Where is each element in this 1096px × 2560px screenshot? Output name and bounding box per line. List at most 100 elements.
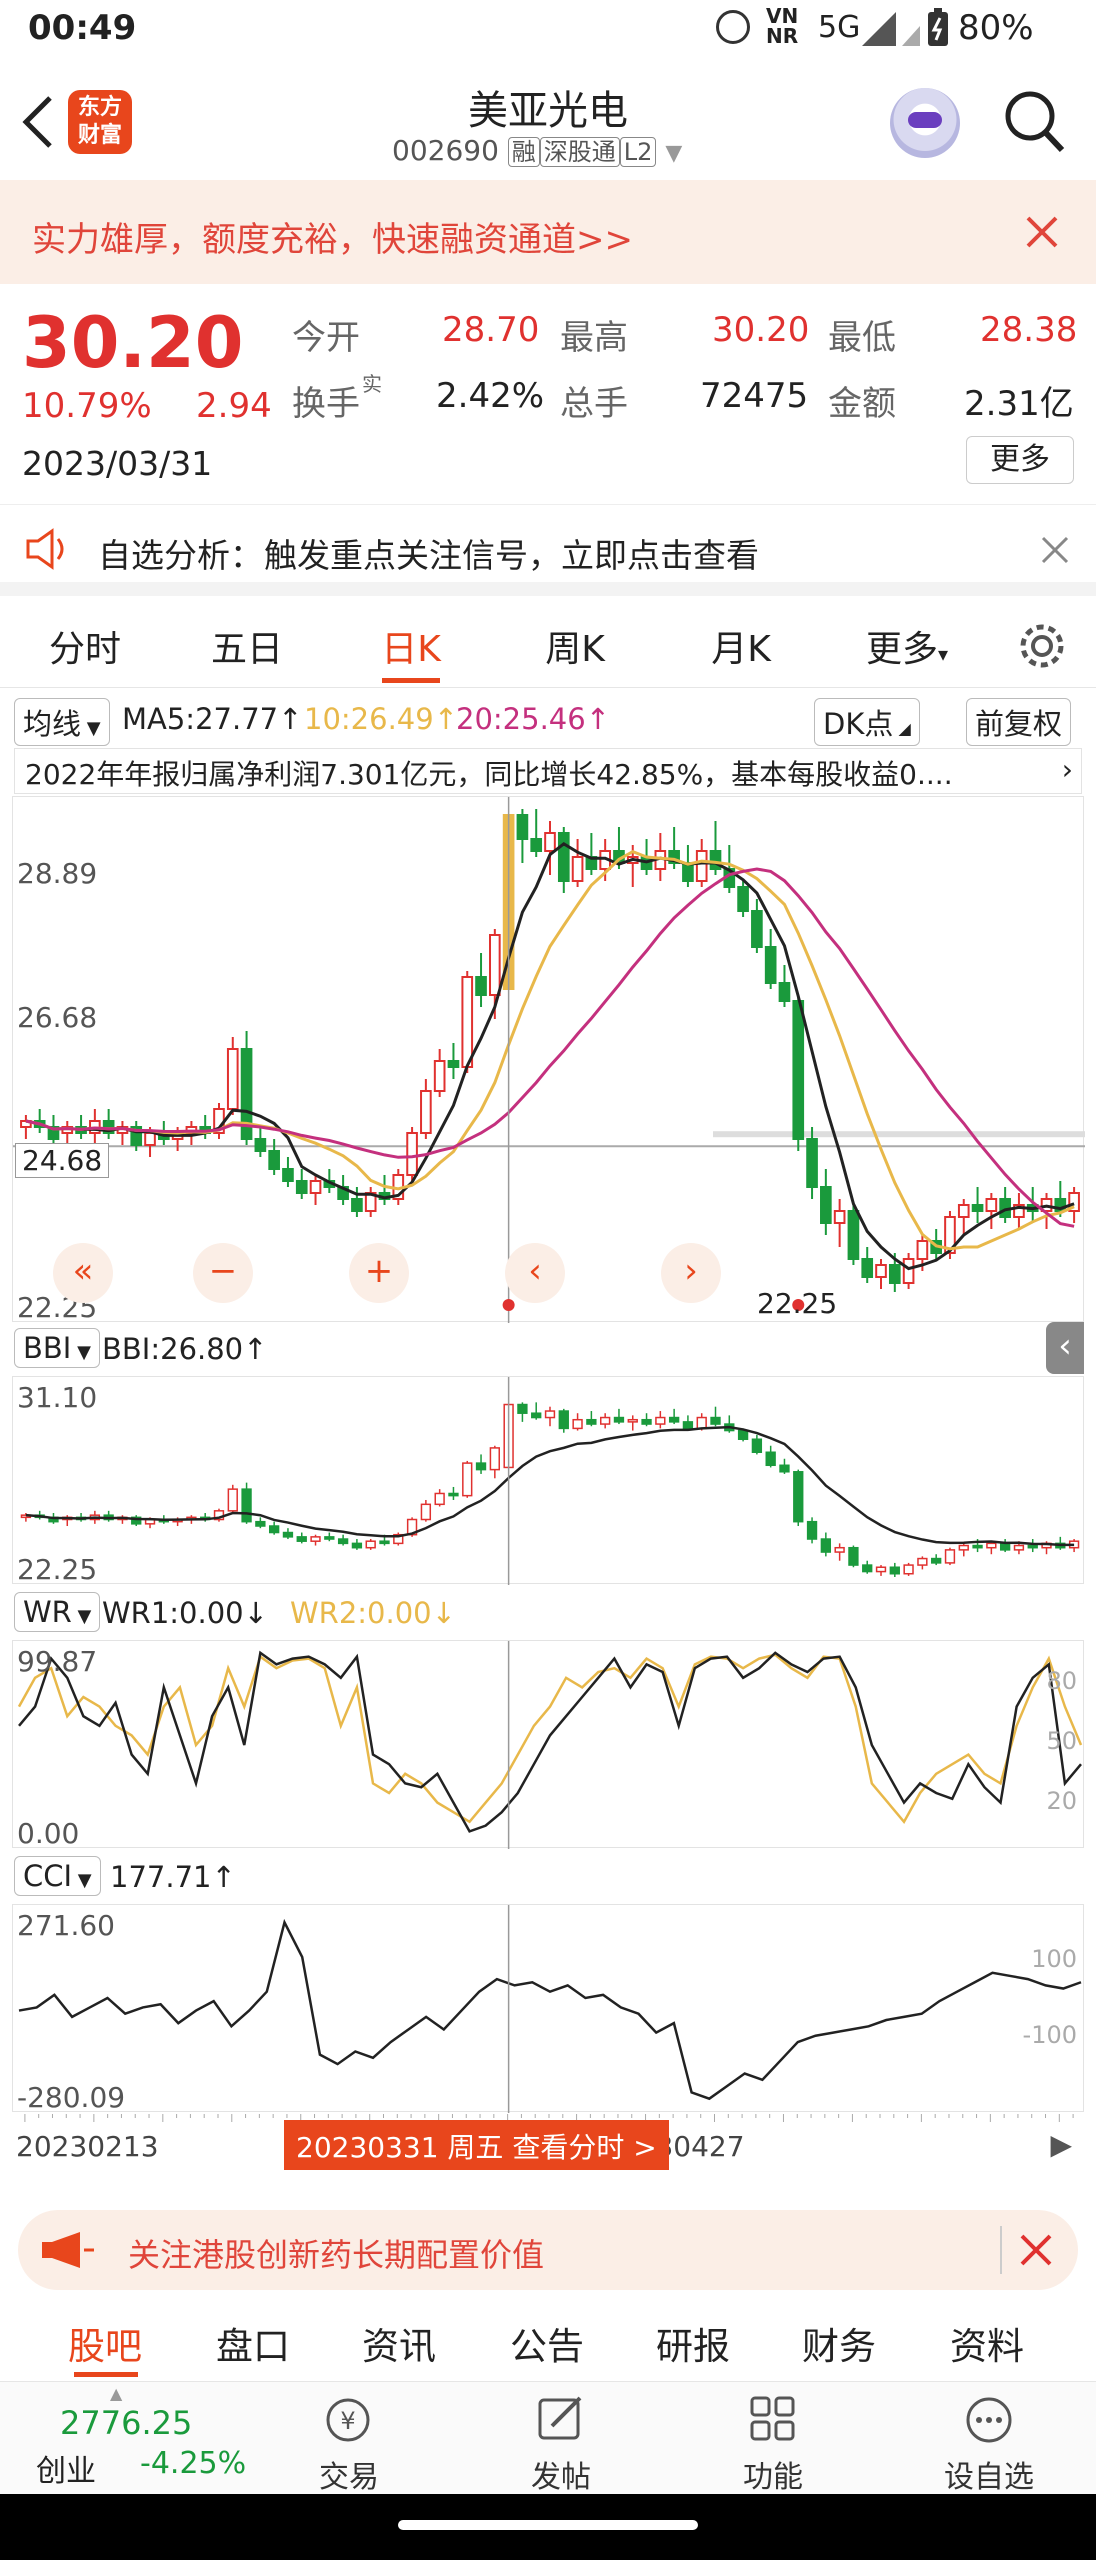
- tab-finance[interactable]: 财务: [802, 2316, 876, 2370]
- tab-more[interactable]: 更多▾: [852, 620, 962, 680]
- banner-text[interactable]: 关注港股创新药长期配置价值: [128, 2230, 544, 2276]
- tab-news[interactable]: 资讯: [362, 2316, 436, 2370]
- bbi-chart[interactable]: 31.10 22.25: [12, 1376, 1084, 1586]
- rewind-button[interactable]: «: [53, 1243, 113, 1303]
- tag-l2: L2: [619, 137, 657, 167]
- high-label: 最高: [560, 318, 628, 358]
- promo-banner[interactable]: 关注港股创新药长期配置价值: [18, 2210, 1078, 2290]
- turnover-label: 换手: [292, 384, 360, 424]
- add-watchlist-button[interactable]: 设自选: [914, 2382, 1064, 2495]
- chevron-right-icon: ›: [1055, 753, 1073, 786]
- stock-code-line[interactable]: 002690 融深股通 L2 ▼: [392, 132, 682, 167]
- kline-chart[interactable]: 28.89 26.68 24.68 22.25 22.25 « − + ‹ ›: [12, 796, 1085, 1324]
- trade-button[interactable]: ¥ 交易: [274, 2382, 424, 2495]
- analysis-row[interactable]: 自选分析： 触发重点关注信号，立即点击查看: [0, 504, 1096, 596]
- date-axis: 20230213 20230427 20230331 周五 查看分时 > ▶: [12, 2114, 1084, 2176]
- prev-button[interactable]: ‹: [505, 1243, 565, 1303]
- close-icon[interactable]: [1040, 535, 1070, 565]
- search-icon[interactable]: [1002, 86, 1068, 156]
- bbi-candle: [448, 1492, 459, 1497]
- home-indicator[interactable]: [398, 2520, 698, 2530]
- dk-point-button[interactable]: DK点 ◢: [814, 698, 920, 746]
- tab-research[interactable]: 研报: [656, 2316, 730, 2370]
- cci-select[interactable]: CCI ▼: [14, 1856, 101, 1896]
- volume-label: 总手: [560, 384, 628, 424]
- tab-daily-k[interactable]: 日K: [356, 620, 466, 680]
- candle: [571, 856, 584, 882]
- promo-strip[interactable]: 实力雄厚，额度充裕，快速融资通道>>: [0, 180, 1096, 284]
- close-icon[interactable]: [1024, 214, 1060, 250]
- index-ticker[interactable]: ▲ 2776.25 创业 -4.25%: [0, 2382, 260, 2494]
- crosshair-date-button[interactable]: 20230331 周五 查看分时 >: [284, 2120, 669, 2170]
- next-button[interactable]: ›: [661, 1243, 721, 1303]
- back-icon[interactable]: [20, 94, 56, 150]
- eastmoney-logo: 东方财富: [68, 90, 132, 154]
- ma-mode-select[interactable]: 均线 ▼: [14, 698, 110, 746]
- kline-svg[interactable]: [13, 797, 1085, 1323]
- news-ticker[interactable]: 2022年年报归属净利润7.301亿元，同比增长42.85%，基本每股收益0..…: [14, 748, 1082, 794]
- tab-monthly-k[interactable]: 月K: [686, 620, 796, 680]
- adjust-button[interactable]: 前复权: [966, 698, 1072, 746]
- bbi-select[interactable]: BBI ▼: [14, 1328, 100, 1368]
- more-button[interactable]: 更多: [966, 436, 1074, 484]
- wr-chart[interactable]: 99.87 0.00 80 50 20: [12, 1640, 1084, 1850]
- bbi-candle: [517, 1403, 528, 1414]
- candle: [985, 1198, 998, 1212]
- tab-weekly-k[interactable]: 周K: [520, 620, 630, 680]
- cci-value: 177.71↑: [110, 1860, 236, 1894]
- function-button[interactable]: 功能: [698, 2382, 848, 2495]
- bbi-candle: [944, 1549, 956, 1564]
- collapse-panel-icon[interactable]: ‹: [1046, 1322, 1084, 1374]
- crosshair-price-label: 24.68: [15, 1143, 110, 1178]
- news-text[interactable]: 2022年年报归属净利润7.301亿元，同比增长42.85%，基本每股收益0..…: [25, 758, 953, 791]
- robot-assistant-icon[interactable]: [890, 88, 960, 158]
- zoom-out-button[interactable]: −: [193, 1243, 253, 1303]
- function-label: 功能: [743, 2460, 803, 2495]
- turnover-superscript: 实: [362, 372, 382, 396]
- promo-text[interactable]: 实力雄厚，额度充裕，快速融资通道>>: [32, 212, 633, 261]
- candle: [902, 1258, 915, 1284]
- bbi-candle: [489, 1447, 500, 1471]
- analysis-text[interactable]: 触发重点关注信号，立即点击查看: [264, 529, 759, 577]
- candle: [406, 1132, 418, 1176]
- bottom-toolbar: ▲ 2776.25 创业 -4.25% ¥ 交易 发帖 功能 设自选: [0, 2382, 1096, 2495]
- bbi-candle: [462, 1462, 473, 1497]
- post-button[interactable]: 发帖: [486, 2382, 636, 2495]
- cci-chart[interactable]: 271.60 -280.09 100 -100: [12, 1904, 1084, 2114]
- active-tab-indicator: [74, 2372, 138, 2377]
- close-icon[interactable]: [1018, 2232, 1054, 2268]
- candle: [916, 1240, 929, 1260]
- stock-code: 002690: [392, 134, 499, 167]
- tab-profile[interactable]: 资料: [950, 2316, 1024, 2370]
- open-value: 28.70: [442, 310, 540, 350]
- wr1-line: [18, 1650, 1082, 1833]
- tab-intraday[interactable]: 分时: [30, 620, 140, 680]
- candle: [144, 1132, 156, 1146]
- bbi-candle: [682, 1421, 694, 1430]
- bbi-candle: [420, 1503, 432, 1521]
- bbi-bar: BBI ▼ BBI:26.80↑: [14, 1326, 1082, 1374]
- gear-icon[interactable]: [1016, 620, 1068, 672]
- tab-orderbook[interactable]: 盘口: [216, 2316, 290, 2370]
- wr-select[interactable]: WR ▼: [14, 1592, 101, 1632]
- bbi-candle: [572, 1418, 583, 1430]
- play-right-icon[interactable]: ▶: [1050, 2128, 1072, 2161]
- candle: [268, 1150, 280, 1170]
- bbi-candle: [324, 1536, 335, 1540]
- cci-svg: [18, 1905, 1082, 2113]
- bbi-candle: [931, 1557, 942, 1564]
- bbi-candle: [434, 1492, 445, 1506]
- candle: [475, 976, 487, 996]
- zoom-in-button[interactable]: +: [349, 1243, 409, 1303]
- bbi-candle: [1013, 1544, 1025, 1551]
- bbi-candle: [558, 1410, 569, 1430]
- tab-announcements[interactable]: 公告: [510, 2316, 584, 2370]
- amount-value: 2.31亿: [964, 384, 1074, 424]
- bbi-candle: [862, 1564, 873, 1573]
- bbi-min: 22.25: [17, 1553, 98, 1586]
- tab-five-day[interactable]: 五日: [192, 620, 302, 680]
- bbi-candle: [365, 1540, 376, 1549]
- bbi-candle: [668, 1416, 680, 1423]
- index-name: 创业: [36, 2454, 96, 2489]
- tab-forum[interactable]: 股吧: [68, 2316, 142, 2370]
